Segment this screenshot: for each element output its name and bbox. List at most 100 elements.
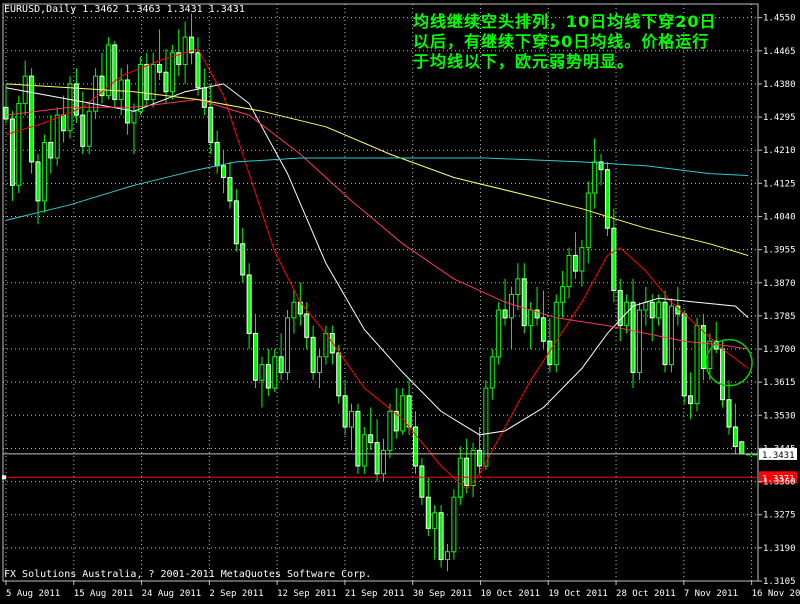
x-tick-label: 28 Oct 2011	[616, 589, 676, 599]
candle-up	[86, 110, 92, 147]
candle-up	[349, 410, 355, 428]
candle-up	[566, 254, 572, 288]
candle-up	[400, 395, 406, 432]
candle-down	[681, 313, 687, 397]
y-tick-label: 1.4125	[763, 179, 796, 189]
candle-down	[502, 309, 508, 319]
x-tick-label: 7 Nov 2011	[684, 589, 738, 599]
candle-down	[572, 254, 578, 272]
candle-up	[182, 36, 188, 65]
x-tick-label: 12 Sep 2011	[277, 589, 337, 599]
copyright-text: FX Solutions Australia, ? 2001-2011 Meta…	[4, 569, 372, 580]
x-tick-label: 19 Oct 2011	[548, 589, 608, 599]
candle-down	[464, 457, 470, 486]
candle-up	[444, 551, 450, 561]
candle-up	[579, 247, 585, 272]
x-tick-label: 30 Sep 2011	[413, 589, 473, 599]
candle-down	[265, 364, 271, 389]
y-tick-label: 1.3615	[763, 378, 796, 388]
y-tick-label: 1.3955	[763, 246, 796, 256]
x-tick-label: 10 Oct 2011	[480, 589, 540, 599]
candle-down	[9, 118, 15, 186]
candle-up	[707, 340, 713, 370]
y-tick-label: 1.4465	[763, 47, 796, 57]
y-tick-label: 1.3275	[763, 511, 796, 521]
candle-down	[688, 395, 694, 405]
candle-down	[368, 434, 374, 444]
candle-up	[636, 309, 642, 373]
candle-down	[662, 301, 668, 366]
candle-down	[336, 352, 342, 397]
candle-down	[163, 71, 169, 93]
candle-up	[668, 305, 674, 366]
y-tick-label: 1.4040	[763, 212, 796, 222]
y-tick-label: 1.3785	[763, 312, 796, 322]
candle-up	[553, 301, 559, 366]
candle-up	[694, 325, 700, 405]
levels: 1.34311.3371	[2, 447, 797, 484]
candle-down	[195, 52, 201, 89]
candle-down	[80, 114, 86, 147]
candle-down	[310, 336, 316, 373]
x-tick-label: 5 Aug 2011	[6, 589, 60, 599]
y-tick-label: 1.4210	[763, 146, 796, 156]
candle-up	[451, 496, 457, 553]
candle-down	[438, 512, 444, 561]
candle-up	[169, 52, 175, 93]
moving-average-ma20	[5, 83, 749, 436]
candle-down	[406, 395, 412, 428]
candle-down	[125, 79, 131, 124]
candle-up	[137, 63, 143, 112]
y-tick-label: 1.3445	[763, 444, 796, 454]
candle-up	[285, 317, 291, 373]
candle-down	[342, 395, 348, 428]
y-axis: 1.4550 1.4465 1.4380 1.4295 1.4210 1.4125 1.40…	[758, 14, 796, 587]
chart-header: EURUSD,Daily 1.3462 1.3463 1.3431 1.3431	[4, 4, 245, 15]
symbol-label: EURUSD,Daily	[4, 4, 77, 15]
candle-down	[253, 332, 259, 381]
analysis-note: 均线继续空头排列，10日均线下穿20日以后，有继续下穿50日均线。价格运行于均线…	[413, 12, 717, 71]
candle-down	[29, 75, 35, 163]
chart-window[interactable]: 1.3431 1.3371 1.4550 1.4465 1.4380 1.4295 1.4…	[0, 0, 800, 600]
x-tick-label: 16 Nov 2011	[752, 589, 800, 599]
x-axis: 5 Aug 2011 15 Aug 2011 24 Aug 2011 2 Sep 20…	[5, 581, 800, 599]
candle-down	[630, 301, 636, 373]
candle-down	[425, 496, 431, 529]
candle-up	[323, 332, 329, 358]
y-tick-label: 1.4380	[763, 80, 796, 90]
price-chart[interactable]: 1.34311.3371 1.45501.44651.43801.42951.4…	[0, 0, 800, 600]
y-tick-label: 1.4295	[763, 113, 796, 123]
candle-down	[726, 399, 732, 428]
candle-up	[259, 364, 265, 381]
candle-up	[515, 278, 521, 295]
candle-down	[35, 161, 41, 202]
candle-up	[432, 512, 438, 529]
level-handle	[2, 475, 6, 480]
candle-up	[291, 301, 297, 319]
candle-down	[304, 313, 310, 338]
candle-down	[649, 301, 655, 319]
candle-up	[22, 75, 28, 104]
candle-down	[144, 63, 150, 101]
candle-up	[387, 410, 393, 451]
candle-down	[208, 106, 214, 143]
candle-up	[528, 309, 534, 327]
y-tick-label: 1.3190	[763, 544, 796, 554]
y-tick-label: 1.3530	[763, 411, 796, 421]
candle-down	[732, 426, 738, 447]
candle-down	[214, 141, 220, 167]
y-tick-label: 1.4550	[763, 14, 796, 24]
candle-down	[278, 356, 284, 373]
candle-up	[489, 356, 495, 389]
candle-down	[611, 227, 617, 292]
candle-up	[361, 434, 367, 467]
candle-up	[16, 102, 22, 186]
candle-up	[656, 301, 662, 319]
y-tick-label: 1.3105	[763, 577, 796, 587]
x-tick-label: 15 Aug 2011	[74, 589, 134, 599]
candles	[3, 13, 758, 572]
candle-down	[246, 274, 252, 334]
candle-up	[131, 110, 137, 124]
candle-up	[496, 309, 502, 358]
candle-up	[272, 356, 278, 389]
